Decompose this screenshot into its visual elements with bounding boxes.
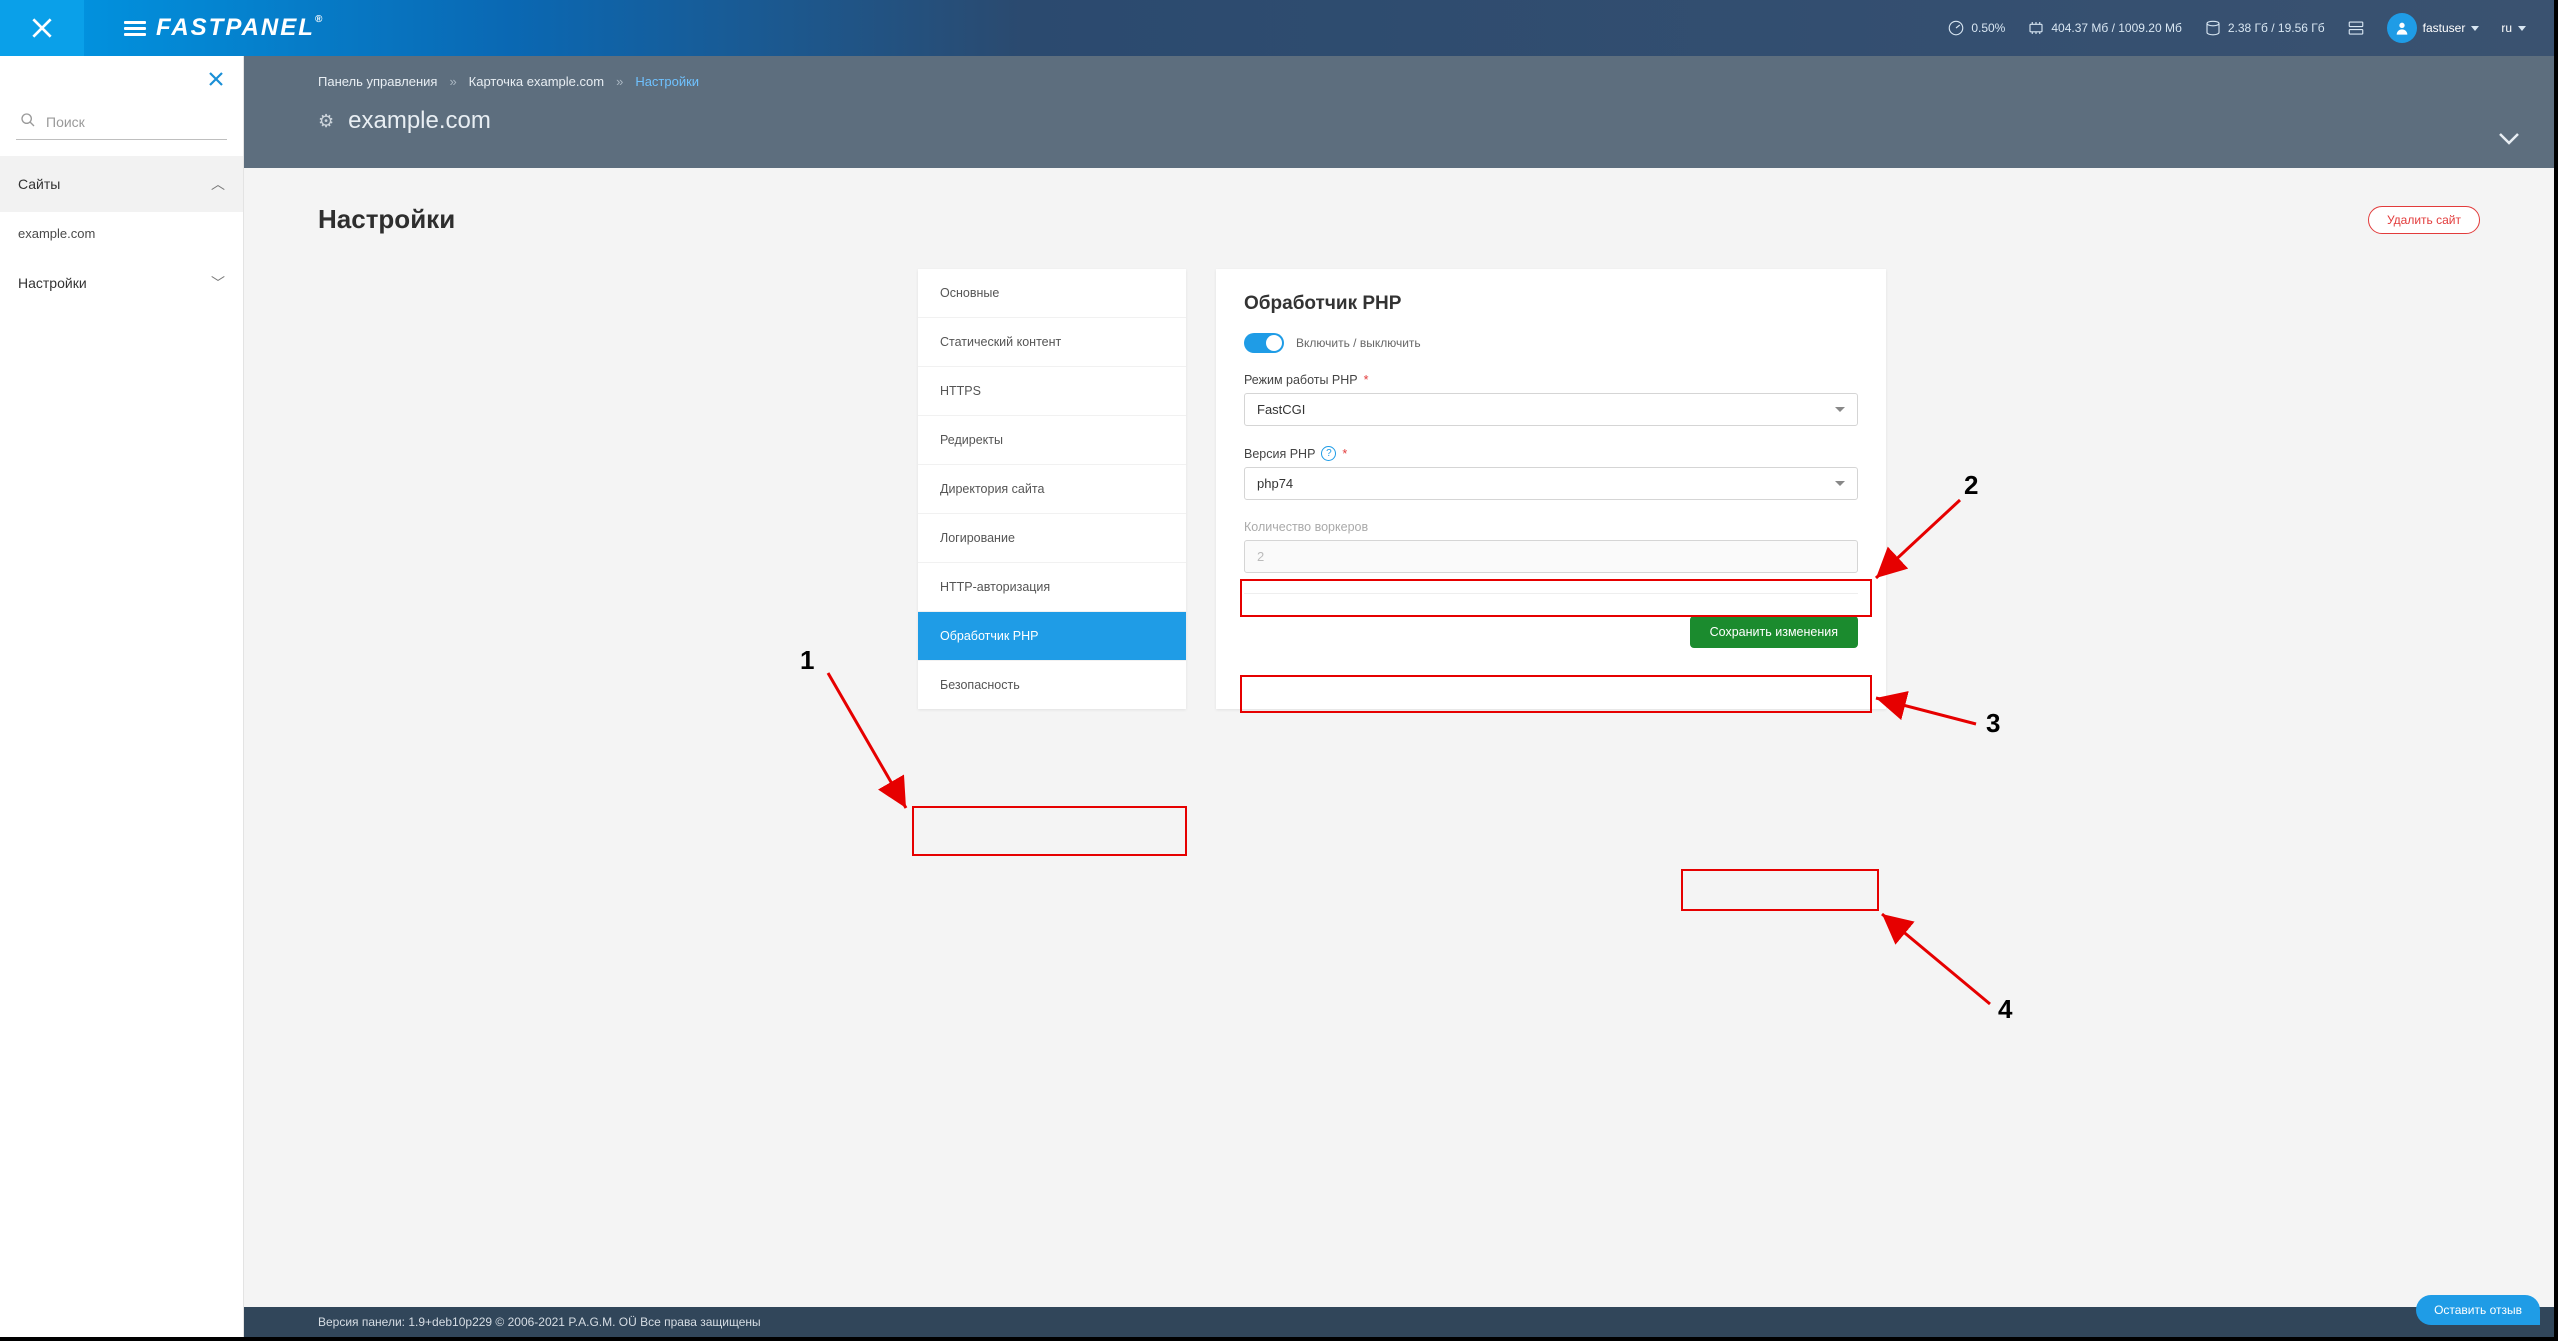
chevron-down-icon <box>2518 26 2526 31</box>
tab-label: Директория сайта <box>940 482 1044 496</box>
chevron-up-icon: ︿ <box>211 174 225 194</box>
required-asterisk: * <box>1342 447 1347 461</box>
annotation-number-1: 1 <box>800 645 814 676</box>
close-icon <box>207 70 225 88</box>
breadcrumb-separator: » <box>449 74 456 89</box>
avatar-icon <box>2387 13 2417 43</box>
disk-value: 2.38 Гб / 19.56 Гб <box>2228 21 2325 35</box>
cpu-value: 0.50% <box>1971 21 2005 35</box>
tab-https[interactable]: HTTPS <box>918 367 1186 416</box>
logo[interactable]: FASTPANEL® <box>124 14 324 42</box>
tab-label: Редиректы <box>940 433 1003 447</box>
gauge-icon <box>1947 19 1965 37</box>
annotation-box-1 <box>912 806 1187 856</box>
chevron-down-icon <box>2471 26 2479 31</box>
tab-label: Обработчик PHP <box>940 629 1039 643</box>
chevron-down-icon <box>1835 407 1845 412</box>
required-asterisk: * <box>1364 373 1369 387</box>
page-title: Настройки <box>318 204 455 235</box>
php-handler-form: Обработчик PHP Включить / выключить Режи… <box>1216 269 1886 709</box>
tab-http-auth[interactable]: HTTP-авторизация <box>918 563 1186 612</box>
sidebar-item-site[interactable]: example.com <box>0 212 243 255</box>
servers-icon <box>2347 19 2365 37</box>
cpu-stat[interactable]: 0.50% <box>1947 19 2005 37</box>
workers-label: Количество воркеров <box>1244 520 1368 534</box>
tab-label: HTTP-авторизация <box>940 580 1050 594</box>
toggle-label: Включить / выключить <box>1296 336 1421 350</box>
disk-stat[interactable]: 2.38 Гб / 19.56 Гб <box>2204 19 2325 37</box>
tab-directory[interactable]: Директория сайта <box>918 465 1186 514</box>
sidebar-search[interactable] <box>16 108 227 140</box>
memory-stat[interactable]: 404.37 Мб / 1009.20 Мб <box>2027 19 2182 37</box>
tab-label: Статический контент <box>940 335 1061 349</box>
workers-value: 2 <box>1257 549 1264 564</box>
memory-icon <box>2027 19 2045 37</box>
chevron-down-icon: ﹀ <box>211 273 225 293</box>
memory-value: 404.37 Мб / 1009.20 Мб <box>2051 21 2182 35</box>
expand-toggle[interactable] <box>2498 126 2520 152</box>
user-menu[interactable]: fastuser <box>2387 13 2480 43</box>
logo-reg-icon: ® <box>315 14 324 25</box>
database-icon <box>2204 19 2222 37</box>
tab-redirects[interactable]: Редиректы <box>918 416 1186 465</box>
annotation-box-2 <box>1240 579 1872 617</box>
tab-label: Логирование <box>940 531 1015 545</box>
language-value: ru <box>2501 21 2512 35</box>
logo-text: FASTPANEL <box>156 14 315 41</box>
php-version-value: php74 <box>1257 476 1293 491</box>
gear-icon: ⚙ <box>318 111 334 132</box>
tab-static[interactable]: Статический контент <box>918 318 1186 367</box>
php-version-select[interactable]: php74 <box>1244 467 1858 500</box>
tab-security[interactable]: Безопасность <box>918 661 1186 709</box>
delete-site-button[interactable]: Удалить сайт <box>2368 206 2480 234</box>
save-button[interactable]: Сохранить изменения <box>1690 616 1858 648</box>
annotation-number-3: 3 <box>1986 708 2000 739</box>
breadcrumb: Панель управления » Карточка example.com… <box>318 74 2480 89</box>
enable-toggle[interactable] <box>1244 333 1284 353</box>
php-mode-value: FastCGI <box>1257 402 1305 417</box>
php-mode-select[interactable]: FastCGI <box>1244 393 1858 426</box>
mode-label: Режим работы PHP <box>1244 373 1358 387</box>
search-input[interactable] <box>46 114 227 130</box>
sidebar-group-settings[interactable]: Настройки ﹀ <box>0 255 243 311</box>
help-icon[interactable]: ? <box>1321 446 1336 461</box>
breadcrumb-item[interactable]: Панель управления <box>318 74 437 89</box>
tab-label: HTTPS <box>940 384 981 398</box>
username: fastuser <box>2423 21 2466 35</box>
tab-label: Основные <box>940 286 999 300</box>
sidebar-item-label: example.com <box>18 226 95 241</box>
footer: Версия панели: 1.9+deb10p229 © 2006-2021… <box>244 1307 2554 1337</box>
close-button[interactable] <box>0 0 84 56</box>
tab-logging[interactable]: Логирование <box>918 514 1186 563</box>
tab-php-handler[interactable]: Обработчик PHP <box>918 612 1186 661</box>
chevron-down-icon <box>2498 132 2520 146</box>
site-title: example.com <box>348 107 491 135</box>
annotation-box-3 <box>1240 675 1872 713</box>
chevron-down-icon <box>1835 481 1845 486</box>
servers-button[interactable] <box>2347 19 2365 37</box>
workers-input: 2 <box>1244 540 1858 573</box>
sidebar-group-sites[interactable]: Сайты ︿ <box>0 156 243 212</box>
settings-tabs: Основные Статический контент HTTPS Редир… <box>918 269 1186 709</box>
breadcrumb-item[interactable]: Карточка example.com <box>469 74 604 89</box>
sidebar-collapse-button[interactable] <box>207 70 225 94</box>
logo-bars-icon <box>124 21 146 36</box>
annotation-box-4 <box>1681 869 1879 911</box>
breadcrumb-current: Настройки <box>635 74 699 89</box>
tab-label: Безопасность <box>940 678 1020 692</box>
sidebar-group-label: Настройки <box>18 275 87 291</box>
search-icon <box>20 112 36 131</box>
breadcrumb-separator: » <box>616 74 623 89</box>
form-heading: Обработчик PHP <box>1244 293 1858 315</box>
annotation-number-2: 2 <box>1964 470 1978 501</box>
version-label: Версия PHP <box>1244 447 1315 461</box>
tab-general[interactable]: Основные <box>918 269 1186 318</box>
sidebar-group-label: Сайты <box>18 176 60 192</box>
close-icon <box>29 15 55 41</box>
annotation-number-4: 4 <box>1998 994 2012 1025</box>
feedback-button[interactable]: Оставить отзыв <box>2416 1295 2540 1325</box>
language-menu[interactable]: ru <box>2501 21 2526 35</box>
footer-text: Версия панели: 1.9+deb10p229 © 2006-2021… <box>318 1315 761 1329</box>
